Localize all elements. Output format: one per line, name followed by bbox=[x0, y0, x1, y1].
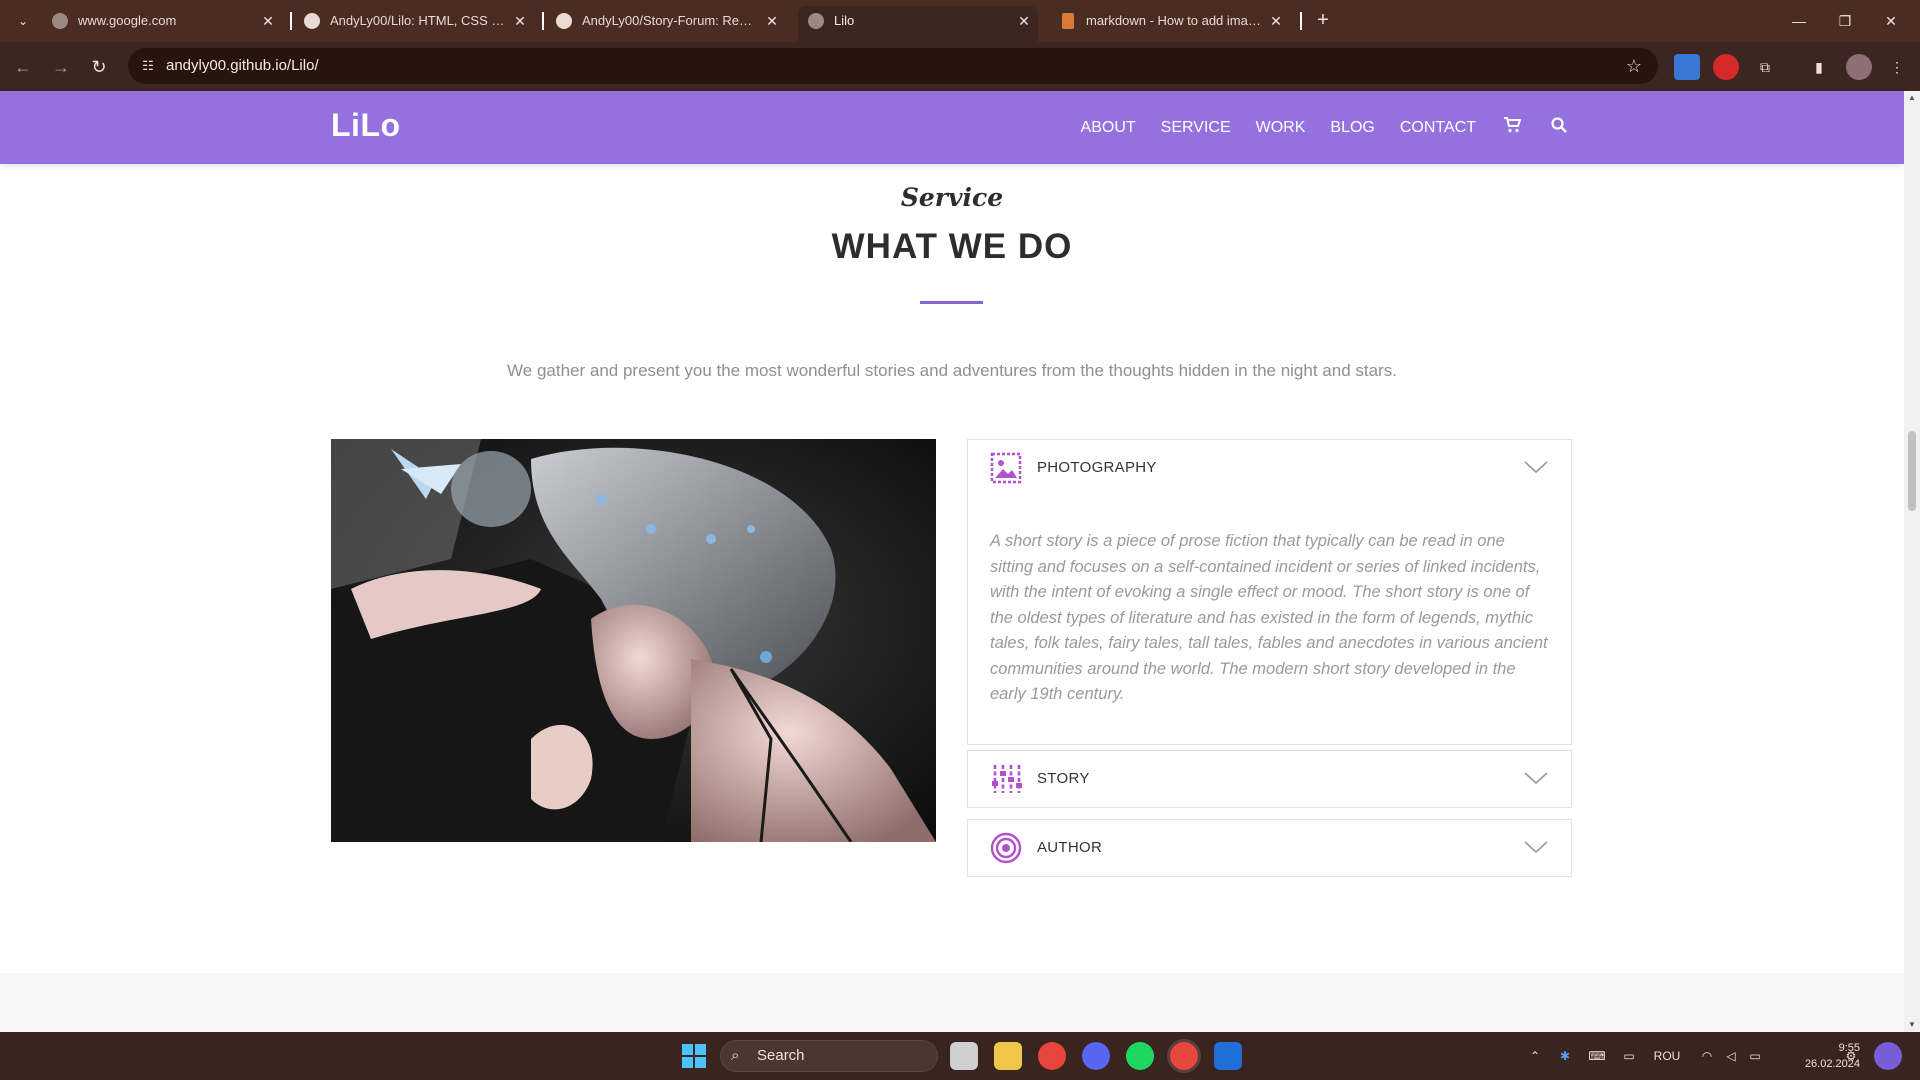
windows-taskbar: ⌕ Search ⌃ ✱ ⌨ ▭ ROU ◠ ◁ ▭ 9:55 26.02.20… bbox=[0, 1032, 1920, 1080]
webstorm-icon[interactable] bbox=[1214, 1042, 1242, 1070]
tab-google[interactable]: www.google.com ✕ bbox=[42, 6, 282, 36]
globe-icon bbox=[808, 13, 824, 29]
globe-icon bbox=[52, 13, 68, 29]
browser-tab-bar: ⌄ www.google.com ✕ AndyLy00/Lilo: HTML, … bbox=[0, 0, 1920, 42]
back-button[interactable]: ← bbox=[8, 52, 38, 82]
tab-lilo-active[interactable]: Lilo ✕ bbox=[798, 6, 1038, 42]
github-icon bbox=[556, 13, 572, 29]
new-tab-button[interactable]: + bbox=[1308, 6, 1338, 36]
accordion-header-story[interactable]: STORY bbox=[968, 751, 1571, 807]
spotify-icon[interactable] bbox=[1126, 1042, 1154, 1070]
accordion-item-story: STORY bbox=[967, 750, 1572, 808]
side-panel-icon[interactable]: ▮ bbox=[1806, 54, 1832, 80]
tab-separator bbox=[542, 12, 544, 30]
input-language[interactable]: ROU bbox=[1650, 1032, 1684, 1080]
main-nav: ABOUT SERVICE WORK BLOG CONTACT bbox=[1056, 91, 1570, 164]
page-viewport: LiLo ABOUT SERVICE WORK BLOG CONTACT Ser… bbox=[0, 91, 1904, 1032]
nav-service[interactable]: SERVICE bbox=[1161, 119, 1231, 137]
accordion-body-photography: A short story is a piece of prose fictio… bbox=[990, 532, 1548, 703]
tab-github-lilo[interactable]: AndyLy00/Lilo: HTML, CSS and JS p ✕ bbox=[294, 6, 534, 36]
accordion-header-photography[interactable]: PHOTOGRAPHY bbox=[968, 440, 1571, 496]
restore-button[interactable]: ❐ bbox=[1822, 0, 1868, 42]
extension-adblock-icon[interactable] bbox=[1713, 54, 1739, 80]
close-icon[interactable]: ✕ bbox=[1268, 6, 1284, 36]
discord-icon[interactable] bbox=[1082, 1042, 1110, 1070]
accordion-item-photography: PHOTOGRAPHY A short story is a piece of … bbox=[967, 439, 1572, 745]
chevron-down-icon bbox=[1521, 763, 1551, 793]
address-bar[interactable]: ☷ andyly00.github.io/Lilo/ ☆ bbox=[128, 48, 1658, 84]
close-icon[interactable]: ✕ bbox=[512, 6, 528, 36]
bookmark-star-icon[interactable]: ☆ bbox=[1622, 54, 1646, 78]
minimize-button[interactable]: — bbox=[1776, 0, 1822, 42]
search-icon: ⌕ bbox=[731, 1047, 740, 1064]
accordion-item-author: AUTHOR bbox=[967, 819, 1572, 877]
tray-chevron-up-icon[interactable]: ⌃ bbox=[1525, 1032, 1545, 1080]
keyboard-icon[interactable]: ⌨ bbox=[1585, 1032, 1609, 1080]
extension-translate-icon[interactable] bbox=[1674, 54, 1700, 80]
chrome-icon[interactable] bbox=[1038, 1042, 1066, 1070]
image-icon bbox=[990, 452, 1022, 484]
tab-search-chevron-icon[interactable]: ⌄ bbox=[12, 10, 34, 32]
notifications-icon[interactable]: ⚙ bbox=[1840, 1032, 1862, 1080]
cart-icon[interactable] bbox=[1501, 117, 1523, 138]
nav-contact[interactable]: CONTACT bbox=[1400, 119, 1476, 137]
nav-about[interactable]: ABOUT bbox=[1081, 119, 1136, 137]
section-title: WHAT WE DO bbox=[831, 227, 1073, 266]
taskbar-search-box[interactable]: ⌕ Search bbox=[720, 1040, 938, 1072]
scroll-down-arrow-icon[interactable]: ▼ bbox=[1904, 1018, 1920, 1032]
window-close-button[interactable]: ✕ bbox=[1868, 0, 1914, 42]
nav-work[interactable]: WORK bbox=[1256, 119, 1306, 137]
browser-toolbar: ← → ↻ ☷ andyly00.github.io/Lilo/ ☆ ⧉ ▮ ⋮ bbox=[0, 42, 1920, 91]
close-icon[interactable]: ✕ bbox=[764, 6, 780, 36]
file-explorer-icon[interactable] bbox=[994, 1042, 1022, 1070]
bluetooth-icon[interactable]: ✱ bbox=[1555, 1032, 1575, 1080]
page-scrollbar[interactable]: ▲ ▼ bbox=[1904, 91, 1920, 1032]
profile-avatar[interactable] bbox=[1846, 54, 1872, 80]
search-icon[interactable] bbox=[1548, 117, 1570, 138]
github-icon bbox=[304, 13, 320, 29]
tab-github-story-forum[interactable]: AndyLy00/Story-Forum: Remake to ✕ bbox=[546, 6, 786, 36]
scroll-up-arrow-icon[interactable]: ▲ bbox=[1904, 91, 1920, 105]
chevron-down-icon bbox=[1521, 832, 1551, 862]
browser-menu-icon[interactable]: ⋮ bbox=[1884, 54, 1910, 80]
tab-markdown[interactable]: markdown - How to add images to ✕ bbox=[1050, 6, 1290, 36]
site-logo[interactable]: LiLo bbox=[331, 107, 401, 144]
site-info-icon[interactable]: ☷ bbox=[136, 54, 160, 78]
stackoverflow-icon bbox=[1062, 13, 1074, 29]
sliders-icon bbox=[990, 763, 1022, 795]
tab-separator bbox=[290, 12, 292, 30]
section-description: We gather and present you the most wonde… bbox=[507, 361, 1397, 380]
copilot-icon[interactable] bbox=[1874, 1042, 1902, 1070]
chevron-down-icon bbox=[1521, 452, 1551, 482]
wifi-icon[interactable]: ◠ bbox=[1696, 1032, 1718, 1080]
scrollbar-thumb[interactable] bbox=[1908, 431, 1916, 511]
forward-button[interactable]: → bbox=[46, 52, 76, 82]
accordion-header-author[interactable]: AUTHOR bbox=[968, 820, 1571, 876]
service-image bbox=[331, 439, 936, 842]
close-icon[interactable]: ✕ bbox=[260, 6, 276, 36]
next-section-background bbox=[0, 973, 1904, 1032]
section-subtitle: Service bbox=[900, 183, 1004, 212]
display-icon[interactable]: ▭ bbox=[1617, 1032, 1641, 1080]
battery-icon[interactable]: ▭ bbox=[1744, 1032, 1766, 1080]
extensions-puzzle-icon[interactable]: ⧉ bbox=[1752, 54, 1778, 80]
tab-separator bbox=[1300, 12, 1302, 30]
windows-start-icon[interactable] bbox=[682, 1044, 706, 1068]
task-view-icon[interactable] bbox=[950, 1042, 978, 1070]
nav-blog[interactable]: BLOG bbox=[1330, 119, 1374, 137]
target-icon bbox=[990, 832, 1022, 864]
chrome-active-icon[interactable] bbox=[1170, 1042, 1198, 1070]
section-divider bbox=[920, 301, 983, 304]
volume-icon[interactable]: ◁ bbox=[1720, 1032, 1742, 1080]
reload-button[interactable]: ↻ bbox=[84, 52, 114, 82]
url-text[interactable]: andyly00.github.io/Lilo/ bbox=[166, 48, 319, 84]
close-icon[interactable]: ✕ bbox=[1016, 6, 1032, 36]
site-header: LiLo ABOUT SERVICE WORK BLOG CONTACT bbox=[0, 91, 1904, 164]
